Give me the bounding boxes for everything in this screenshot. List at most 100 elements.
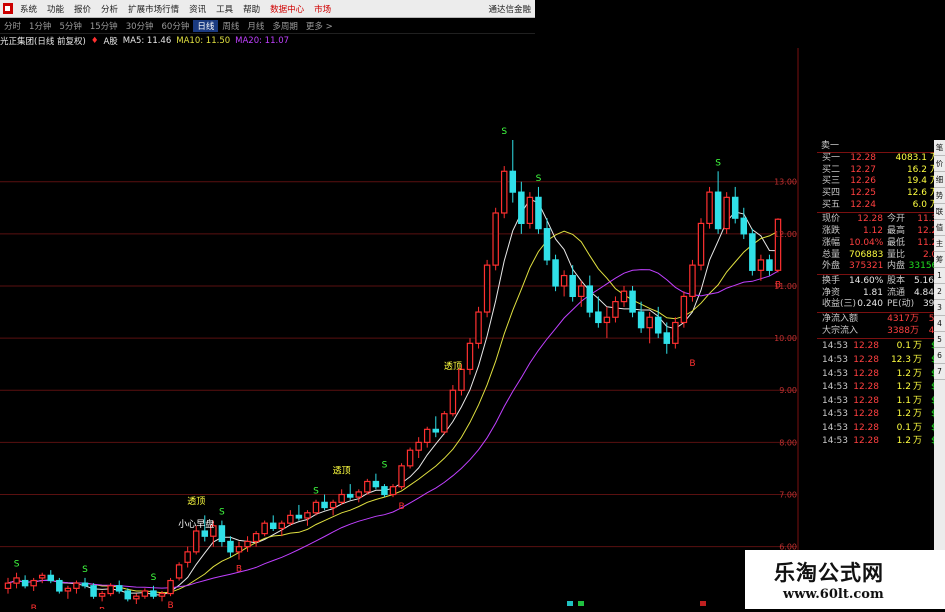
tick-price: 12.28 xyxy=(853,436,879,447)
menu-tools[interactable]: 工具 xyxy=(211,3,238,15)
period-tab-30min[interactable]: 30分钟 xyxy=(122,20,158,32)
side-tab[interactable]: 势 xyxy=(934,188,945,204)
side-tab[interactable]: 1 xyxy=(934,268,945,284)
bid-volume: 4083.1 xyxy=(895,153,928,163)
candle xyxy=(406,447,414,469)
indicator-legend: 光正集团(日线 前复权) ♦ A股 MA5: 11.46 MA10: 11.50… xyxy=(0,34,535,48)
bid-label: 买五 xyxy=(822,199,841,210)
buy-marker: B xyxy=(31,604,37,609)
tick-unit: 万 xyxy=(913,382,923,393)
side-tab[interactable]: 细 xyxy=(934,172,945,188)
menu-system[interactable]: 系统 xyxy=(15,3,42,15)
side-tab[interactable]: 5 xyxy=(934,332,945,348)
bid-volume: 6.0 xyxy=(912,199,927,210)
candle xyxy=(346,484,354,500)
price-tick-label: 9.00 xyxy=(779,386,797,395)
candle xyxy=(774,218,782,273)
buy-marker: B xyxy=(236,565,242,575)
period-tab-5min[interactable]: 5分钟 xyxy=(55,20,85,32)
side-tab[interactable]: 价 xyxy=(934,156,945,172)
candle xyxy=(329,499,337,516)
side-tab[interactable]: 主 xyxy=(934,236,945,252)
ask-title: 卖一 xyxy=(817,140,945,153)
stat-label: 外盘 xyxy=(822,261,841,272)
kline-svg: 透顶小心早盘透顶透顶BBBBBBBSSSSSSSSS 13.0012.0011.… xyxy=(0,48,799,612)
stat-label: 涨跌 xyxy=(822,226,841,237)
tick-volume: 1.2 xyxy=(896,436,911,447)
tick-unit: 万 xyxy=(913,422,923,433)
side-tab[interactable]: 联 xyxy=(934,204,945,220)
price-tick-label: 12.00 xyxy=(774,230,797,239)
period-tab-intraday[interactable]: 分时 xyxy=(0,20,25,32)
side-tab[interactable]: 6 xyxy=(934,348,945,364)
watermark-url: www.60lt.com xyxy=(783,587,884,602)
menu-data-center[interactable]: 数据中心 xyxy=(265,3,309,15)
sell-marker: S xyxy=(382,461,388,471)
market-mode: A股 xyxy=(103,37,118,47)
menu-quote[interactable]: 报价 xyxy=(69,3,96,15)
tick-list[interactable]: 14:5312.280.1万$14:5312.2812.3万$14:5312.2… xyxy=(817,340,945,449)
side-tab[interactable]: 筹 xyxy=(934,252,945,268)
candle xyxy=(321,494,328,511)
candle xyxy=(595,296,602,328)
period-tab-multi[interactable]: 多周期 xyxy=(268,20,302,32)
period-tab-more[interactable]: 更多 > xyxy=(302,20,337,32)
candle xyxy=(757,254,765,281)
tick-volume: 0.1 xyxy=(896,422,911,433)
period-tab-monthly[interactable]: 月线 xyxy=(243,20,268,32)
ma20-line xyxy=(7,269,779,589)
stat-label: 净资 xyxy=(822,287,841,298)
period-tab-1min[interactable]: 1分钟 xyxy=(25,20,55,32)
menu-market[interactable]: 市场 xyxy=(309,3,336,15)
tick-row: 14:5312.2812.3万$ xyxy=(817,354,945,368)
price-tick-label: 7.00 xyxy=(779,491,797,500)
tick-price: 12.28 xyxy=(853,409,879,420)
menu-news[interactable]: 资讯 xyxy=(184,3,211,15)
watermark-text: 乐淘公式网 xyxy=(774,560,884,585)
candle xyxy=(612,296,619,323)
flow-row: 大宗流入3388万4% xyxy=(817,326,945,338)
kline-chart[interactable]: 透顶小心早盘透顶透顶BBBBBBBSSSSSSSSS 13.0012.0011.… xyxy=(0,48,800,612)
candle xyxy=(278,520,286,537)
side-tab[interactable]: 2 xyxy=(934,284,945,300)
menu-function[interactable]: 功能 xyxy=(42,3,69,15)
stats-block-a: 现价 12.28 今开 11.34 涨跌 1.12 最高 12.28 涨幅 10.04% 最低 11.… xyxy=(817,214,945,272)
window-title: 通达信金融 xyxy=(488,4,531,15)
period-tab-60min[interactable]: 60分钟 xyxy=(158,20,194,32)
menu-extended-market[interactable]: 扩展市场行情 xyxy=(123,3,184,15)
ma5-label: MA5: 11.46 xyxy=(122,36,172,46)
candle xyxy=(312,499,320,516)
ma20-label: MA20: 11.07 xyxy=(235,36,290,46)
tick-row: 14:5312.281.2万$ xyxy=(817,368,945,382)
menu-help[interactable]: 帮助 xyxy=(238,3,265,15)
side-tab[interactable]: 3 xyxy=(934,300,945,316)
app-logo-icon xyxy=(3,3,13,14)
stat-value: 0.240 xyxy=(857,299,883,310)
diamond-icon: ♦ xyxy=(90,36,99,46)
candle xyxy=(415,437,422,459)
tick-time: 14:53 xyxy=(822,395,848,406)
stat-value: 10.04% xyxy=(849,237,884,248)
bottom-mark-1 xyxy=(567,601,573,606)
period-tab-weekly[interactable]: 周线 xyxy=(218,20,243,32)
price-tick-label: 13.00 xyxy=(774,178,797,187)
candle xyxy=(672,317,679,349)
tick-row: 14:5312.280.1万$ xyxy=(817,340,945,354)
side-tab[interactable]: 7 xyxy=(934,364,945,380)
stat-label: 流通 xyxy=(887,287,906,298)
stat-label: 今开 xyxy=(887,214,906,225)
side-tab-strip: 笔价细势联值主筹1234567 xyxy=(934,140,945,560)
bid-volume: 19.4 xyxy=(906,176,927,187)
period-tab-15min[interactable]: 15分钟 xyxy=(86,20,122,32)
side-tab[interactable]: 4 xyxy=(934,316,945,332)
period-tab-daily[interactable]: 日线 xyxy=(193,20,219,32)
side-tab[interactable]: 值 xyxy=(934,220,945,236)
flow-row: 净流入额4317万5% xyxy=(817,314,945,326)
sell-marker: S xyxy=(151,573,157,583)
side-tab[interactable]: 笔 xyxy=(934,140,945,156)
candle xyxy=(252,531,260,547)
candle xyxy=(535,186,542,234)
stat-label: 股本 xyxy=(887,275,906,286)
candle xyxy=(432,416,440,438)
menu-analysis[interactable]: 分析 xyxy=(96,3,123,15)
